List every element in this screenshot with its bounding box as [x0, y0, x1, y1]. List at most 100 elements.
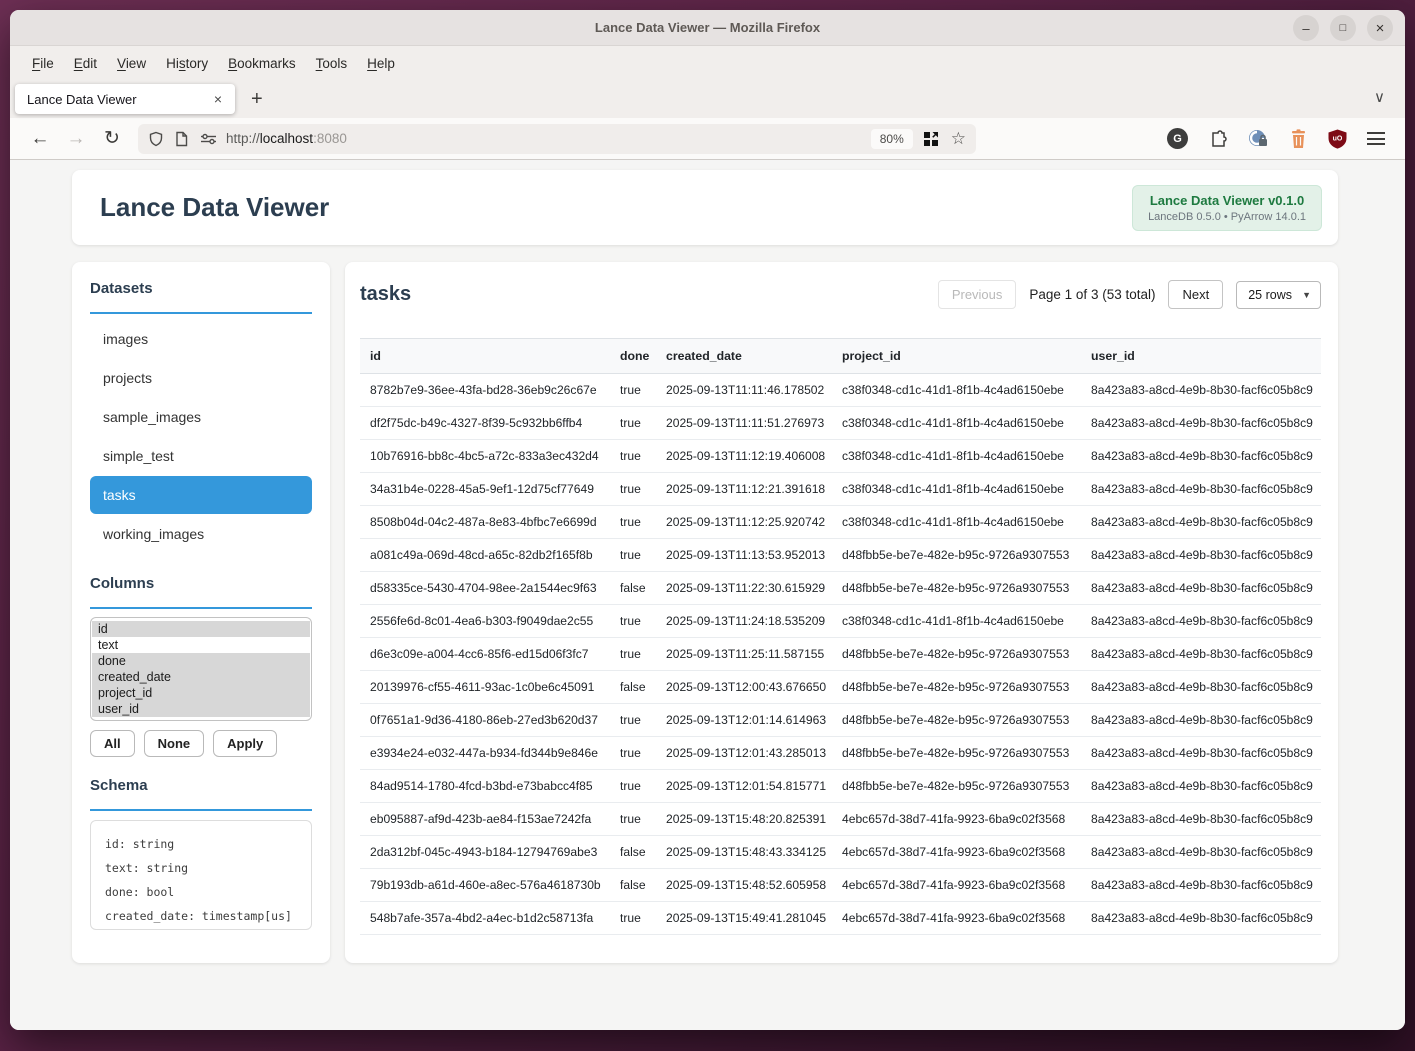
menu-file[interactable]: File [22, 51, 64, 76]
menu-bookmarks[interactable]: Bookmarks [218, 51, 306, 76]
select-all-button[interactable]: All [90, 730, 135, 757]
menu-tools[interactable]: Tools [306, 51, 358, 76]
close-button[interactable]: × [1367, 15, 1393, 41]
table-row: 2da312bf-045c-4943-b184-12794769abe3fals… [360, 836, 1321, 869]
cell-created_date: 2025-09-13T11:11:46.178502 [656, 374, 832, 407]
back-icon[interactable]: ← [22, 128, 58, 150]
column-header-id: id [360, 339, 610, 374]
tracking-shield-icon[interactable] [148, 130, 165, 147]
menu-view[interactable]: View [107, 51, 156, 76]
window-title: Lance Data Viewer — Mozilla Firefox [595, 20, 820, 35]
permissions-sliders-icon[interactable] [200, 130, 217, 147]
column-option-done[interactable]: done [92, 653, 310, 669]
column-header-user_id: user_id [1081, 339, 1321, 374]
cell-user_id: 8a423a83-a8cd-4e9b-8b30-facf6c05b8c9 [1081, 473, 1321, 506]
table-row: 548b7afe-357a-4bd2-a4ec-b1d2c58713fatrue… [360, 902, 1321, 935]
maximize-button[interactable]: □ [1330, 15, 1356, 41]
table-row: a081c49a-069d-48cd-a65c-82db2f165f8btrue… [360, 539, 1321, 572]
ublock-origin-icon[interactable]: uO [1328, 129, 1347, 149]
tab-close-icon[interactable]: × [209, 91, 227, 107]
column-option-user_id[interactable]: user_id [92, 701, 310, 717]
column-option-id[interactable]: id [92, 621, 310, 637]
grammarly-extension-icon[interactable]: G [1167, 128, 1188, 149]
url-port: :8080 [313, 131, 347, 146]
dataset-title: tasks [360, 283, 411, 306]
cell-done: true [610, 440, 656, 473]
cell-project_id: d48fbb5e-be7e-482e-b95c-9726a9307553 [832, 539, 1081, 572]
columns-heading: Columns [90, 575, 312, 609]
sidebar-item-images[interactable]: images [90, 320, 312, 358]
cell-done: true [610, 605, 656, 638]
cell-id: 34a31b4e-0228-45a5-9ef1-12d75cf77649 [360, 473, 610, 506]
schema-box[interactable]: id: stringtext: stringdone: boolcreated_… [90, 820, 312, 930]
privacy-lock-extension-icon[interactable] [1247, 128, 1269, 150]
column-header-project_id: project_id [832, 339, 1081, 374]
cell-user_id: 8a423a83-a8cd-4e9b-8b30-facf6c05b8c9 [1081, 803, 1321, 836]
new-tab-button[interactable]: + [251, 88, 263, 111]
minimize-button[interactable]: – [1293, 15, 1319, 41]
cell-created_date: 2025-09-13T11:25:11.587155 [656, 638, 832, 671]
version-badge-title: Lance Data Viewer v0.1.0 [1148, 193, 1306, 208]
desktop: { "browser": { "window_title": "Lance Da… [0, 0, 1415, 1051]
cell-user_id: 8a423a83-a8cd-4e9b-8b30-facf6c05b8c9 [1081, 440, 1321, 473]
browser-tab[interactable]: Lance Data Viewer × [15, 84, 235, 114]
list-tabs-chevron-icon[interactable]: ∨ [1374, 88, 1385, 106]
url-host: localhost [260, 131, 313, 146]
menu-edit[interactable]: Edit [64, 51, 107, 76]
columns-listbox[interactable]: idtextdonecreated_dateproject_iduser_id [90, 617, 312, 721]
table-row: d58335ce-5430-4704-98ee-2a1544ec9f63fals… [360, 572, 1321, 605]
cell-created_date: 2025-09-13T11:11:51.276973 [656, 407, 832, 440]
main-panel: tasks Previous Page 1 of 3 (53 total) Ne… [345, 262, 1338, 963]
sidebar-item-tasks[interactable]: tasks [90, 476, 312, 514]
cell-done: true [610, 902, 656, 935]
cell-done: false [610, 836, 656, 869]
cell-user_id: 8a423a83-a8cd-4e9b-8b30-facf6c05b8c9 [1081, 407, 1321, 440]
page-info-icon[interactable] [174, 130, 191, 147]
page-status: Page 1 of 3 (53 total) [1029, 287, 1155, 302]
datasets-heading: Datasets [90, 280, 312, 314]
cell-id: 8508b04d-04c2-487a-8e83-4bfbc7e6699d [360, 506, 610, 539]
column-option-text[interactable]: text [92, 637, 310, 653]
column-option-created_date[interactable]: created_date [92, 669, 310, 685]
cell-user_id: 8a423a83-a8cd-4e9b-8b30-facf6c05b8c9 [1081, 671, 1321, 704]
cell-done: true [610, 737, 656, 770]
select-none-button[interactable]: None [144, 730, 205, 757]
cell-project_id: c38f0348-cd1c-41d1-8f1b-4c4ad6150ebe [832, 473, 1081, 506]
sidebar-item-sample_images[interactable]: sample_images [90, 398, 312, 436]
cell-id: df2f75dc-b49c-4327-8f39-5c932bb6ffb4 [360, 407, 610, 440]
reload-icon[interactable]: ↻ [94, 127, 130, 150]
cell-project_id: c38f0348-cd1c-41d1-8f1b-4c4ad6150ebe [832, 407, 1081, 440]
select-chevron-down-icon: ▼ [1302, 290, 1311, 300]
rows-per-page-value: 25 rows [1248, 288, 1292, 302]
table-row: eb095887-af9d-423b-ae84-f153ae7242fatrue… [360, 803, 1321, 836]
column-option-project_id[interactable]: project_id [92, 685, 310, 701]
zoom-level-indicator[interactable]: 80% [871, 129, 913, 149]
table-row: d6e3c09e-a004-4cc6-85f6-ed15d06f3fc7true… [360, 638, 1321, 671]
url-text[interactable]: http://localhost:8080 [226, 131, 862, 146]
menu-history[interactable]: History [156, 51, 218, 76]
extension-icons: G [1167, 128, 1385, 150]
cell-created_date: 2025-09-13T12:01:54.815771 [656, 770, 832, 803]
sidebar-item-working_images[interactable]: working_images [90, 515, 312, 553]
page-viewport: Lance Data Viewer Lance Data Viewer v0.1… [10, 160, 1405, 1030]
menu-help[interactable]: Help [357, 51, 405, 76]
forward-icon[interactable]: → [58, 128, 94, 150]
sidebar-item-simple_test[interactable]: simple_test [90, 437, 312, 475]
sidebar-item-projects[interactable]: projects [90, 359, 312, 397]
schema-line: created_date: timestamp[us] [105, 904, 297, 928]
column-header-created_date: created_date [656, 339, 832, 374]
main-panel-header: tasks Previous Page 1 of 3 (53 total) Ne… [360, 280, 1321, 309]
screenshot-grid-extension-icon[interactable] [922, 130, 940, 148]
extensions-puzzle-icon[interactable] [1208, 129, 1227, 148]
cell-project_id: 4ebc657d-38d7-41fa-9923-6ba9c02f3568 [832, 836, 1081, 869]
cell-id: d6e3c09e-a004-4cc6-85f6-ed15d06f3fc7 [360, 638, 610, 671]
bookmark-star-icon[interactable]: ☆ [951, 129, 966, 149]
rows-per-page-select[interactable]: 25 rows ▼ [1236, 281, 1321, 309]
url-bar[interactable]: http://localhost:8080 80% ☆ [138, 124, 976, 154]
apply-columns-button[interactable]: Apply [213, 730, 277, 757]
next-page-button[interactable]: Next [1168, 280, 1223, 309]
cell-created_date: 2025-09-13T11:12:19.406008 [656, 440, 832, 473]
previous-page-button[interactable]: Previous [938, 280, 1017, 309]
trash-extension-icon[interactable] [1289, 129, 1308, 149]
menu-hamburger-icon[interactable] [1367, 132, 1385, 145]
